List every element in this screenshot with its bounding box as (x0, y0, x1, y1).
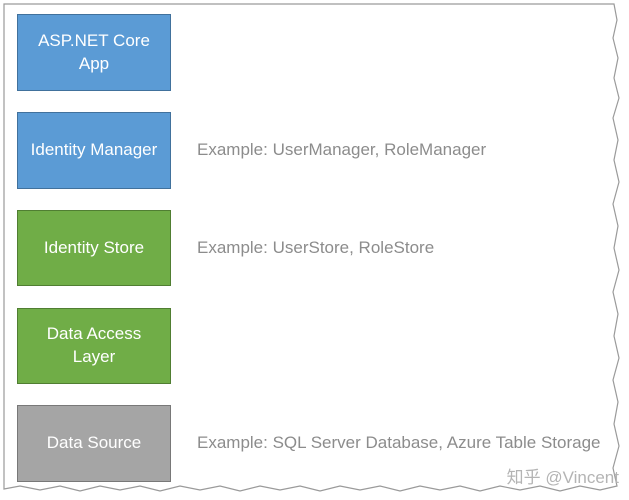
layer-data-source: Data Source (17, 405, 171, 482)
example-identity-store: Example: UserStore, RoleStore (197, 238, 435, 257)
layer-identity-store: Identity Store (17, 210, 171, 286)
example-data-source: Example: SQL Server Database, Azure Tabl… (197, 433, 601, 452)
layer-aspnet-core-app: ASP.NET Core App (17, 14, 171, 91)
layer-data-access: Data Access Layer (17, 308, 171, 384)
layer-identity-manager: Identity Manager (17, 112, 171, 189)
watermark-text: 知乎 @Vincent (506, 468, 619, 487)
diagram-canvas: ASP.NET Core App Identity Manager Exampl… (0, 0, 629, 500)
example-identity-manager: Example: UserManager, RoleManager (197, 140, 487, 159)
